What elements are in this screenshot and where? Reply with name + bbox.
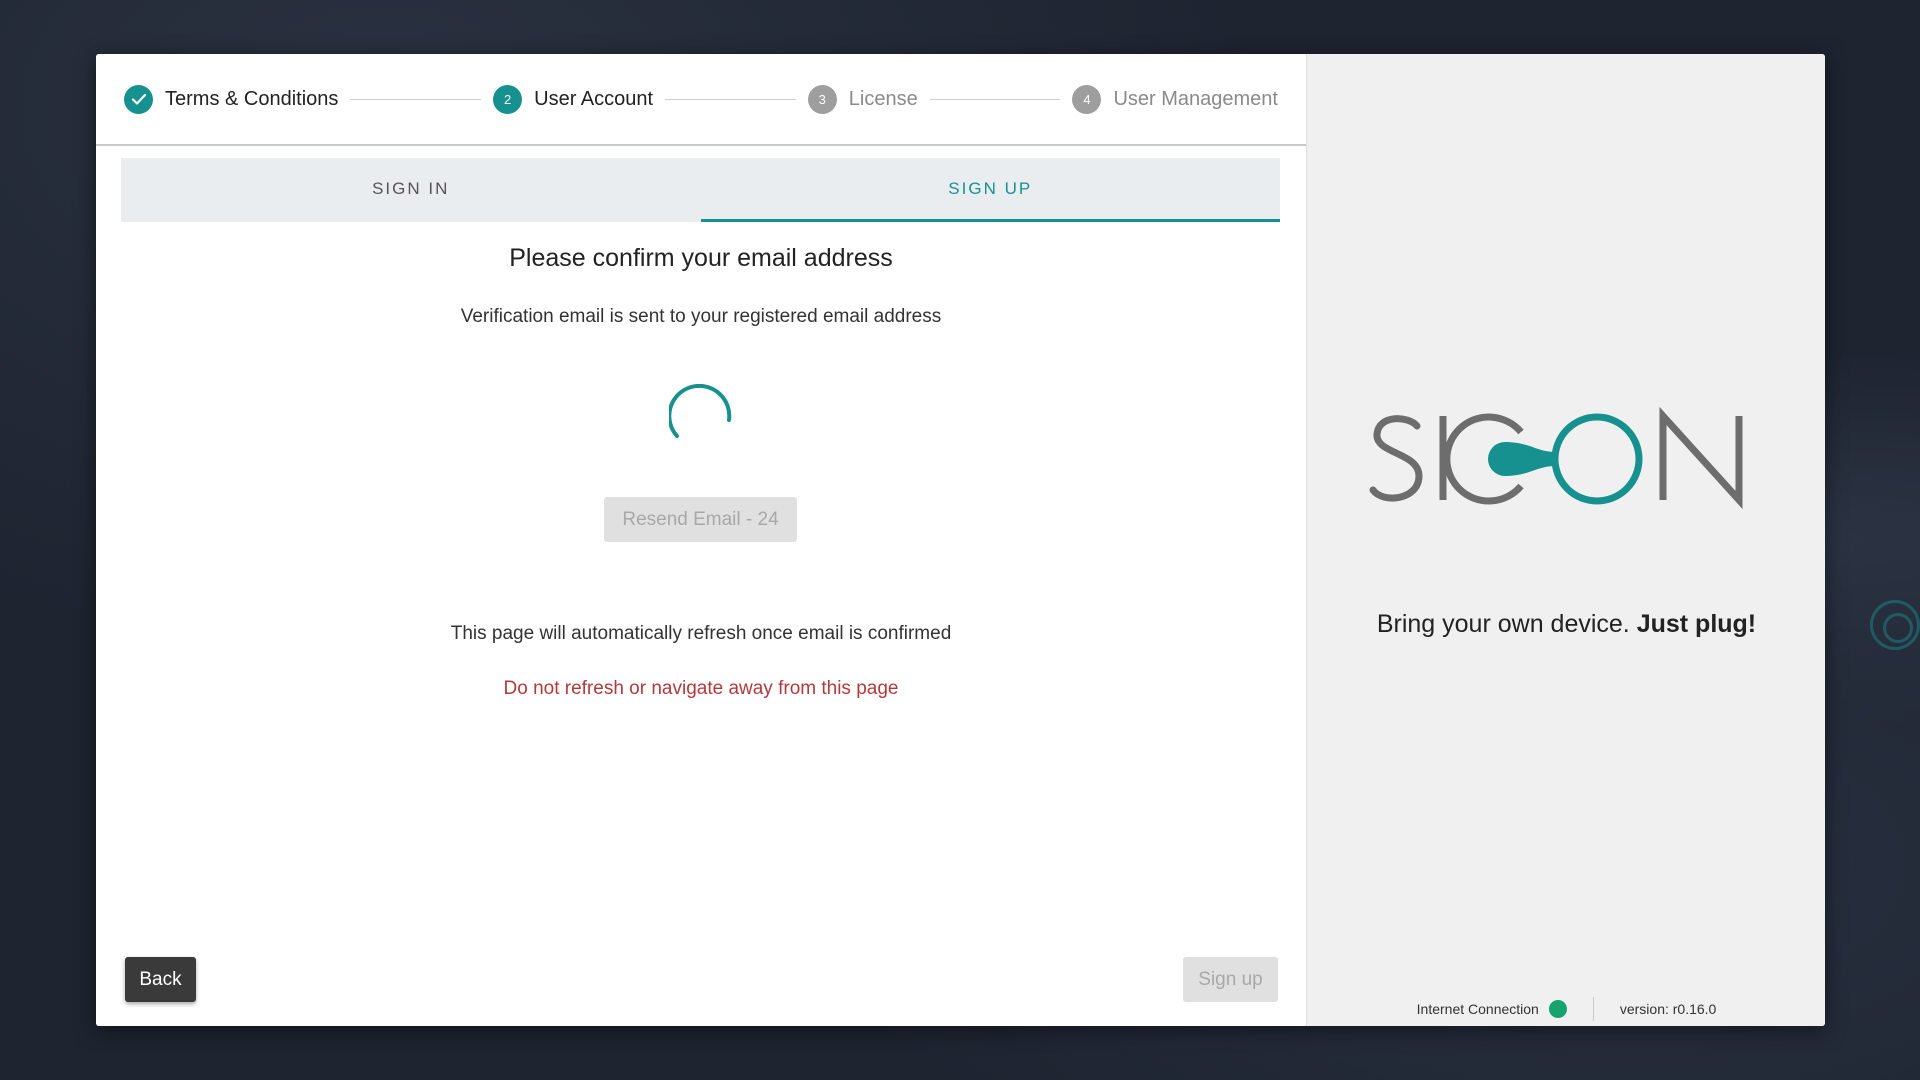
background-target-icon	[1870, 600, 1920, 650]
auth-tabs: SIGN IN SIGN UP	[121, 158, 1280, 222]
step-number: 4	[1072, 84, 1102, 114]
step-label: License	[848, 87, 918, 110]
connection-status-icon	[1548, 1000, 1567, 1018]
step-label: User Management	[1113, 87, 1278, 110]
loading-spinner-icon	[669, 384, 732, 438]
wizard-main-pane: Terms & Conditions 2 User Account 3 Lice…	[96, 54, 1306, 1026]
step-label: User Account	[534, 87, 654, 110]
tagline-emphasis: Just plug!	[1636, 610, 1757, 638]
status-bar: Internet Connection version: r0.16.0	[1307, 997, 1825, 1021]
brand-tagline: Bring your own device. Just plug!	[1307, 610, 1825, 639]
setup-wizard-window: Terms & Conditions 2 User Account 3 Lice…	[96, 54, 1825, 1026]
back-button[interactable]: Back	[125, 957, 196, 1002]
sign-up-button[interactable]: Sign up	[1183, 957, 1278, 1002]
tab-sign-up[interactable]: SIGN UP	[700, 158, 1280, 222]
step-user-management: 4 User Management	[1072, 84, 1278, 114]
step-license: 3 License	[807, 84, 918, 114]
auto-refresh-note: This page will automatically refresh onc…	[450, 623, 952, 644]
brand-pane: Bring your own device. Just plug! Intern…	[1306, 54, 1825, 1026]
no-refresh-warning: Do not refresh or navigate away from thi…	[503, 678, 899, 699]
tab-sign-in[interactable]: SIGN IN	[121, 158, 701, 222]
confirm-subtitle: Verification email is sent to your regis…	[460, 306, 942, 327]
step-connector	[665, 98, 796, 100]
check-icon	[124, 84, 153, 114]
step-number: 2	[493, 84, 523, 114]
step-connector	[350, 98, 482, 100]
status-divider	[1592, 997, 1594, 1021]
step-terms: Terms & Conditions	[124, 84, 339, 114]
step-number: 3	[807, 84, 837, 114]
resend-email-button[interactable]: Resend Email - 24	[604, 497, 797, 542]
step-user-account: 2 User Account	[493, 84, 654, 114]
wizard-stepper: Terms & Conditions 2 User Account 3 Lice…	[96, 54, 1306, 146]
internet-connection-label: Internet Connection	[1416, 1001, 1539, 1017]
confirm-title: Please confirm your email address	[509, 244, 893, 272]
step-connector	[929, 98, 1061, 100]
sicon-logo	[1369, 406, 1743, 510]
step-label: Terms & Conditions	[165, 87, 339, 110]
version-label: version: r0.16.0	[1619, 1001, 1717, 1017]
tagline-prefix: Bring your own device.	[1376, 610, 1630, 638]
